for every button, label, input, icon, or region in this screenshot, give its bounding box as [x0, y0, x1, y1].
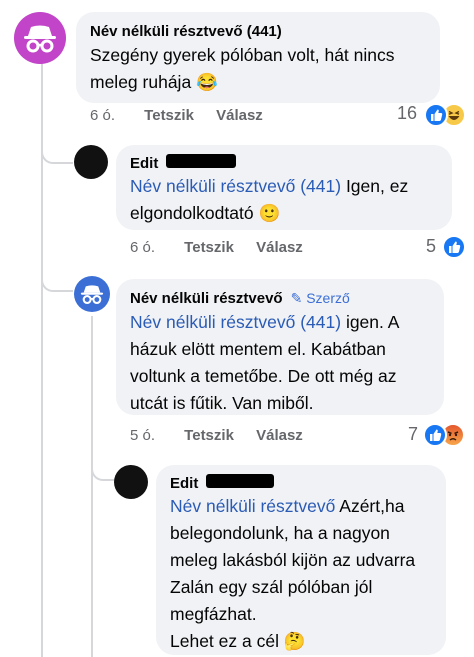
- user-avatar[interactable]: [114, 465, 148, 499]
- user-avatar[interactable]: [74, 145, 108, 179]
- mention-link[interactable]: Név nélküli résztvevő (441): [130, 312, 341, 332]
- pencil-icon: ✎: [290, 290, 303, 306]
- comment-line: Szegény gyerek pólóban volt, hát nincs: [90, 45, 395, 65]
- anonymous-avatar[interactable]: [74, 276, 110, 312]
- comment-author[interactable]: Edit: [170, 475, 198, 492]
- comment-author[interactable]: Név nélküli résztvevő (441): [90, 23, 282, 40]
- laughing-emoji-icon: 😂: [196, 72, 218, 92]
- comment-line: házuk elött mentem el. Kabátban: [130, 339, 386, 359]
- reply-link[interactable]: Válasz: [256, 239, 303, 256]
- like-icon: [424, 103, 448, 127]
- mention-link[interactable]: Név nélküli résztvevő (441): [130, 176, 341, 196]
- comment-line: utcát is fűtik. Van miből.: [130, 393, 314, 413]
- comment-line-with-emoji: meleg ruhája 😂: [90, 72, 218, 92]
- incognito-icon: [80, 285, 104, 305]
- thinking-emoji-icon: 🤔: [283, 631, 306, 651]
- like-link[interactable]: Tetszik: [184, 239, 234, 256]
- comment-line: megfázhat.: [170, 604, 257, 624]
- reply-link[interactable]: Válasz: [216, 107, 263, 124]
- smile-emoji-icon: 🙂: [258, 203, 281, 223]
- comment-line: belegondolunk, ha a nagyon: [170, 523, 390, 543]
- mention-link[interactable]: Név nélküli résztvevő: [170, 496, 335, 516]
- reaction-count[interactable]: 5: [426, 236, 436, 257]
- thread-connector-2: [41, 274, 73, 292]
- comment-bubble: Név nélküli résztvevő ✎ Szerző Név nélkül…: [116, 279, 444, 415]
- comment-author[interactable]: Név nélküli résztvevő ✎ Szerző: [130, 290, 350, 307]
- comment-line-with-emoji: elgondolkodtató 🙂: [130, 203, 281, 223]
- comment-text: Név nélküli résztvevő Azért,ha belegondo…: [170, 493, 446, 655]
- reaction-count[interactable]: 7: [408, 424, 418, 445]
- incognito-icon: [24, 25, 56, 53]
- comment-line: voltunk a temetőbe. De ott még az: [130, 366, 397, 386]
- comment-actions: 6 ó. Tetszik Válasz: [130, 239, 303, 256]
- thread-connector-3: [91, 455, 115, 481]
- thread-connector-1: [41, 148, 73, 164]
- comment-text: Szegény gyerek pólóban volt, hát nincs m…: [90, 42, 430, 96]
- comment-bubble: Név nélküli résztvevő (441) Szegény gyer…: [76, 12, 440, 103]
- like-link[interactable]: Tetszik: [144, 107, 194, 124]
- comment-line: meleg lakásból kijön az udvarra: [170, 550, 416, 570]
- redacted-name: [166, 154, 236, 168]
- anonymous-avatar[interactable]: [14, 12, 66, 64]
- comment-time[interactable]: 5 ó.: [130, 427, 180, 444]
- comment-author[interactable]: Edit: [130, 155, 158, 172]
- comment-bubble: Edit Név nélküli résztvevő (441) Igen, e…: [116, 145, 452, 230]
- comment-actions: 5 ó. Tetszik Válasz: [130, 427, 303, 444]
- comment-line: Zalán egy szál pólóban jól: [170, 577, 373, 597]
- comment-bubble: Edit Név nélküli résztvevő Azért,ha bele…: [156, 465, 446, 655]
- comment-time[interactable]: 6 ó.: [130, 239, 180, 256]
- like-link[interactable]: Tetszik: [184, 427, 234, 444]
- reply-link[interactable]: Válasz: [256, 427, 303, 444]
- comment-time[interactable]: 6 ó.: [90, 107, 140, 124]
- reaction-count[interactable]: 16: [397, 103, 417, 124]
- comment-text: Név nélküli résztvevő (441) igen. A házu…: [130, 309, 440, 417]
- comment-text: Név nélküli résztvevő (441) Igen, ez elg…: [130, 173, 450, 227]
- redacted-name: [206, 474, 274, 488]
- like-icon: [423, 423, 447, 447]
- like-icon: [442, 235, 466, 259]
- author-badge: ✎ Szerző: [290, 290, 350, 306]
- comment-line-with-emoji: Lehet ez a cél 🤔: [170, 631, 306, 651]
- thread-line-sub: [91, 316, 93, 657]
- comment-actions: 6 ó. Tetszik Válasz: [90, 107, 263, 124]
